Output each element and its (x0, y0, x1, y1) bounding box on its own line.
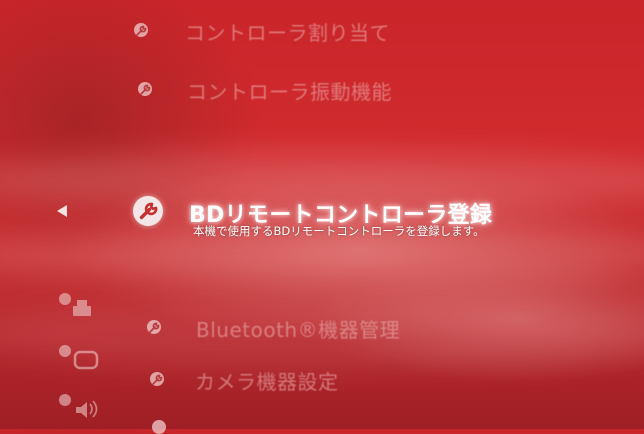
back-arrow-icon[interactable] (57, 205, 67, 217)
wrench-icon (147, 320, 161, 334)
wrench-icon (150, 372, 164, 386)
wrench-icon (138, 82, 152, 96)
display-settings-icon (58, 344, 102, 378)
menu-item-label: コントローラ振動機能 (187, 80, 392, 104)
menu-item-label: コントローラ割り当て (185, 21, 390, 45)
sound-settings-icon (58, 393, 102, 427)
wrench-icon (133, 196, 163, 226)
wrench-icon (152, 420, 166, 434)
selected-item-description: 本機で使用するBDリモートコントローラを登録します。 (193, 224, 485, 238)
menu-item-label: カメラ機器設定 (195, 370, 339, 394)
menu-item-label: Bluetooth®機器管理 (196, 318, 401, 342)
printer-settings-icon (58, 292, 94, 326)
wrench-icon (134, 23, 148, 37)
